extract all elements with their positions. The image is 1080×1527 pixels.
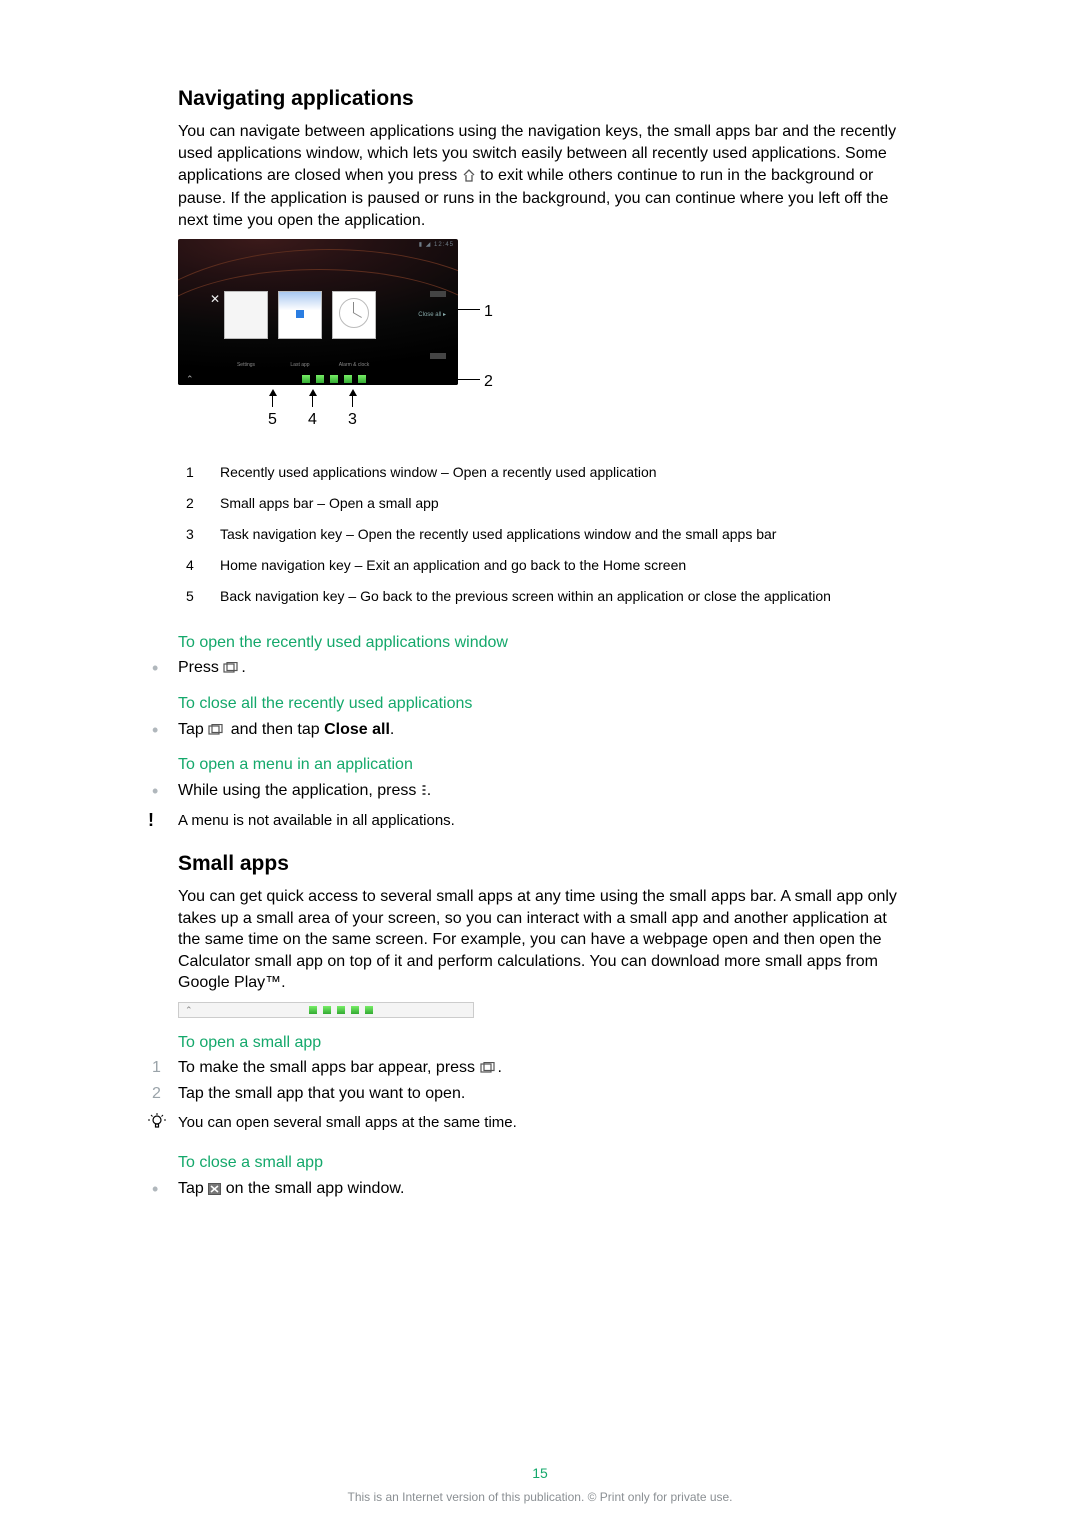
- step-text: Press .: [178, 657, 246, 681]
- step-text: Tap and then tap Close all.: [178, 719, 394, 743]
- intro-paragraph-1: You can navigate between applications us…: [178, 121, 898, 231]
- callout-1: 1: [484, 301, 493, 323]
- bullet-icon: •: [152, 657, 178, 679]
- step-text: To make the small apps bar appear, press…: [178, 1057, 502, 1081]
- heading-open-recent: To open the recently used applications w…: [178, 632, 898, 654]
- h2-navigating-applications: Navigating applications: [178, 85, 898, 113]
- note-text: A menu is not available in all applicati…: [178, 811, 455, 831]
- device-screen: ▮ ◢ 12:45 ✕ Settings Last app Alarm & cl…: [178, 239, 458, 385]
- intro-paragraph-2: You can get quick access to several smal…: [178, 886, 898, 994]
- legend-table: 1Recently used applications window – Ope…: [178, 457, 841, 611]
- up-arrow-icon: ⌃: [185, 1004, 193, 1016]
- h2-small-apps: Small apps: [178, 850, 898, 878]
- callout-5: 5: [268, 409, 277, 431]
- heading-close-small-app: To close a small app: [178, 1152, 898, 1174]
- step-text: Tap on the small app window.: [178, 1178, 404, 1202]
- bullet-icon: •: [152, 719, 178, 741]
- table-row: 3Task navigation key – Open the recently…: [178, 519, 841, 550]
- page-number: 15: [0, 1464, 1080, 1483]
- recent-apps-icon: [208, 721, 226, 743]
- figure-small-apps-bar: ⌃: [178, 1002, 474, 1018]
- table-row: 2Small apps bar – Open a small app: [178, 488, 841, 519]
- tip-icon: [148, 1113, 178, 1134]
- callout-2: 2: [484, 371, 493, 393]
- small-apps-bar: ⌃: [178, 373, 458, 385]
- tip-text: You can open several small apps at the s…: [178, 1113, 517, 1133]
- bullet-icon: •: [152, 1178, 178, 1200]
- app-label: Settings: [224, 362, 268, 369]
- close-x-icon: [208, 1180, 221, 1202]
- close-icon: ✕: [210, 291, 220, 307]
- figure-recent-apps: ▮ ◢ 12:45 ✕ Settings Last app Alarm & cl…: [178, 239, 498, 429]
- heading-open-menu: To open a menu in an application: [178, 754, 898, 776]
- heading-open-small-app: To open a small app: [178, 1032, 898, 1054]
- callout-3: 3: [348, 409, 357, 431]
- table-row: 5Back navigation key – Go back to the pr…: [178, 581, 841, 612]
- app-label: Alarm & clock: [332, 362, 376, 369]
- app-label: Last app: [278, 362, 322, 369]
- step-text: Tap the small app that you want to open.: [178, 1083, 465, 1105]
- callout-4: 4: [308, 409, 317, 431]
- table-row: 4Home navigation key – Exit an applicati…: [178, 550, 841, 581]
- heading-close-all: To close all the recently used applicati…: [178, 693, 898, 715]
- up-arrow-icon: ⌃: [186, 373, 194, 385]
- step-number: 1: [152, 1057, 178, 1079]
- recent-apps-icon: [223, 659, 241, 681]
- step-number: 2: [152, 1083, 178, 1105]
- table-row: 1Recently used applications window – Ope…: [178, 457, 841, 488]
- close-all-text: Close all ▸: [418, 311, 446, 319]
- recent-apps-panel: ✕ Settings Last app Alarm & clock: [224, 291, 424, 357]
- statusbar: ▮ ◢ 12:45: [419, 241, 454, 249]
- recent-apps-icon: [480, 1059, 498, 1081]
- footer-text: This is an Internet version of this publ…: [0, 1489, 1080, 1505]
- warning-icon: !: [148, 811, 178, 829]
- home-icon: [462, 167, 476, 189]
- step-text: While using the application, press .: [178, 780, 431, 804]
- bullet-icon: •: [152, 780, 178, 802]
